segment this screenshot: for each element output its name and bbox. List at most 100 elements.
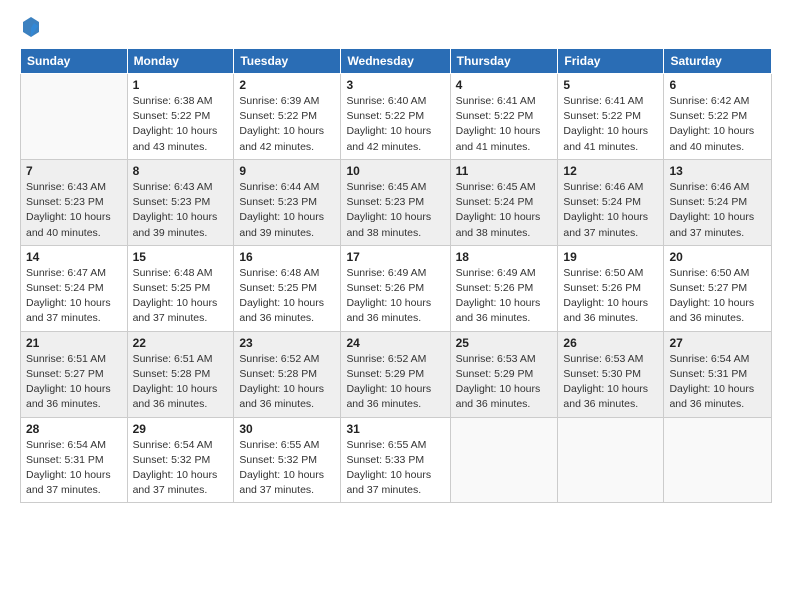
calendar-day-cell — [558, 417, 664, 503]
calendar-day-cell: 18 Sunrise: 6:49 AM Sunset: 5:26 PM Dayli… — [450, 245, 558, 331]
day-info: Sunrise: 6:43 AM Sunset: 5:23 PM Dayligh… — [26, 180, 122, 241]
day-number: 16 — [239, 250, 335, 264]
day-number: 13 — [669, 164, 766, 178]
day-info: Sunrise: 6:52 AM Sunset: 5:29 PM Dayligh… — [346, 352, 444, 413]
day-info: Sunrise: 6:53 AM Sunset: 5:29 PM Dayligh… — [456, 352, 553, 413]
calendar-day-cell: 26 Sunrise: 6:53 AM Sunset: 5:30 PM Dayli… — [558, 331, 664, 417]
calendar-day-cell: 29 Sunrise: 6:54 AM Sunset: 5:32 PM Dayli… — [127, 417, 234, 503]
calendar-week-row: 14Sunrise: 6:47 AM Sunset: 5:24 PM Dayli… — [21, 245, 772, 331]
day-info: Sunrise: 6:41 AM Sunset: 5:22 PM Dayligh… — [456, 94, 553, 155]
day-info: Sunrise: 6:47 AM Sunset: 5:24 PM Dayligh… — [26, 266, 122, 327]
day-info: Sunrise: 6:50 AM Sunset: 5:27 PM Dayligh… — [669, 266, 766, 327]
calendar-day-cell: 27 Sunrise: 6:54 AM Sunset: 5:31 PM Dayli… — [664, 331, 772, 417]
calendar-day-cell: 15 Sunrise: 6:48 AM Sunset: 5:25 PM Dayli… — [127, 245, 234, 331]
day-number: 9 — [239, 164, 335, 178]
day-info: Sunrise: 6:45 AM Sunset: 5:24 PM Dayligh… — [456, 180, 553, 241]
calendar-day-cell: 25 Sunrise: 6:53 AM Sunset: 5:29 PM Dayli… — [450, 331, 558, 417]
day-number: 29 — [133, 422, 229, 436]
day-number: 24 — [346, 336, 444, 350]
day-number: 26 — [563, 336, 658, 350]
weekday-header-cell: Sunday — [21, 49, 128, 74]
day-info: Sunrise: 6:49 AM Sunset: 5:26 PM Dayligh… — [346, 266, 444, 327]
day-number: 28 — [26, 422, 122, 436]
day-info: Sunrise: 6:45 AM Sunset: 5:23 PM Dayligh… — [346, 180, 444, 241]
day-number: 22 — [133, 336, 229, 350]
calendar-day-cell — [450, 417, 558, 503]
day-number: 1 — [133, 78, 229, 92]
calendar-day-cell: 22 Sunrise: 6:51 AM Sunset: 5:28 PM Dayli… — [127, 331, 234, 417]
weekday-header-cell: Friday — [558, 49, 664, 74]
calendar-day-cell: 5 Sunrise: 6:41 AM Sunset: 5:22 PM Daylig… — [558, 74, 664, 160]
day-info: Sunrise: 6:40 AM Sunset: 5:22 PM Dayligh… — [346, 94, 444, 155]
day-info: Sunrise: 6:46 AM Sunset: 5:24 PM Dayligh… — [669, 180, 766, 241]
calendar-day-cell: 23 Sunrise: 6:52 AM Sunset: 5:28 PM Dayli… — [234, 331, 341, 417]
day-info: Sunrise: 6:39 AM Sunset: 5:22 PM Dayligh… — [239, 94, 335, 155]
day-number: 21 — [26, 336, 122, 350]
day-number: 2 — [239, 78, 335, 92]
day-info: Sunrise: 6:55 AM Sunset: 5:32 PM Dayligh… — [239, 438, 335, 499]
weekday-header-cell: Monday — [127, 49, 234, 74]
day-info: Sunrise: 6:55 AM Sunset: 5:33 PM Dayligh… — [346, 438, 444, 499]
weekday-header-row: SundayMondayTuesdayWednesdayThursdayFrid… — [21, 49, 772, 74]
day-info: Sunrise: 6:46 AM Sunset: 5:24 PM Dayligh… — [563, 180, 658, 241]
calendar-day-cell: 30Sunrise: 6:55 AM Sunset: 5:32 PM Dayli… — [234, 417, 341, 503]
calendar-day-cell: 8 Sunrise: 6:43 AM Sunset: 5:23 PM Daylig… — [127, 159, 234, 245]
day-info: Sunrise: 6:48 AM Sunset: 5:25 PM Dayligh… — [239, 266, 335, 327]
day-number: 3 — [346, 78, 444, 92]
day-number: 31 — [346, 422, 444, 436]
day-number: 20 — [669, 250, 766, 264]
day-number: 27 — [669, 336, 766, 350]
day-info: Sunrise: 6:51 AM Sunset: 5:27 PM Dayligh… — [26, 352, 122, 413]
day-number: 19 — [563, 250, 658, 264]
calendar-week-row: 7Sunrise: 6:43 AM Sunset: 5:23 PM Daylig… — [21, 159, 772, 245]
calendar-day-cell: 3 Sunrise: 6:40 AM Sunset: 5:22 PM Daylig… — [341, 74, 450, 160]
day-number: 15 — [133, 250, 229, 264]
calendar-day-cell: 14Sunrise: 6:47 AM Sunset: 5:24 PM Dayli… — [21, 245, 128, 331]
day-info: Sunrise: 6:53 AM Sunset: 5:30 PM Dayligh… — [563, 352, 658, 413]
calendar-day-cell — [664, 417, 772, 503]
calendar-day-cell: 11Sunrise: 6:45 AM Sunset: 5:24 PM Dayli… — [450, 159, 558, 245]
day-info: Sunrise: 6:49 AM Sunset: 5:26 PM Dayligh… — [456, 266, 553, 327]
day-info: Sunrise: 6:42 AM Sunset: 5:22 PM Dayligh… — [669, 94, 766, 155]
weekday-header-cell: Tuesday — [234, 49, 341, 74]
calendar-day-cell: 31 Sunrise: 6:55 AM Sunset: 5:33 PM Dayli… — [341, 417, 450, 503]
calendar-week-row: 1Sunrise: 6:38 AM Sunset: 5:22 PM Daylig… — [21, 74, 772, 160]
day-number: 8 — [133, 164, 229, 178]
calendar-day-cell: 28Sunrise: 6:54 AM Sunset: 5:31 PM Dayli… — [21, 417, 128, 503]
calendar-page: SundayMondayTuesdayWednesdayThursdayFrid… — [0, 0, 792, 612]
day-info: Sunrise: 6:52 AM Sunset: 5:28 PM Dayligh… — [239, 352, 335, 413]
calendar-day-cell: 12Sunrise: 6:46 AM Sunset: 5:24 PM Dayli… — [558, 159, 664, 245]
calendar-day-cell: 10Sunrise: 6:45 AM Sunset: 5:23 PM Dayli… — [341, 159, 450, 245]
calendar-day-cell: 16 Sunrise: 6:48 AM Sunset: 5:25 PM Dayli… — [234, 245, 341, 331]
calendar-day-cell: 2 Sunrise: 6:39 AM Sunset: 5:22 PM Daylig… — [234, 74, 341, 160]
day-info: Sunrise: 6:51 AM Sunset: 5:28 PM Dayligh… — [133, 352, 229, 413]
day-info: Sunrise: 6:43 AM Sunset: 5:23 PM Dayligh… — [133, 180, 229, 241]
header — [20, 18, 772, 38]
day-number: 25 — [456, 336, 553, 350]
day-number: 6 — [669, 78, 766, 92]
calendar-table: SundayMondayTuesdayWednesdayThursdayFrid… — [20, 48, 772, 503]
day-info: Sunrise: 6:41 AM Sunset: 5:22 PM Dayligh… — [563, 94, 658, 155]
day-number: 23 — [239, 336, 335, 350]
day-info: Sunrise: 6:54 AM Sunset: 5:31 PM Dayligh… — [669, 352, 766, 413]
calendar-week-row: 21 Sunrise: 6:51 AM Sunset: 5:27 PM Dayli… — [21, 331, 772, 417]
day-number: 5 — [563, 78, 658, 92]
day-number: 4 — [456, 78, 553, 92]
calendar-day-cell: 19 Sunrise: 6:50 AM Sunset: 5:26 PM Dayli… — [558, 245, 664, 331]
logo-icon — [22, 16, 40, 38]
day-info: Sunrise: 6:48 AM Sunset: 5:25 PM Dayligh… — [133, 266, 229, 327]
calendar-day-cell — [21, 74, 128, 160]
calendar-day-cell: 13 Sunrise: 6:46 AM Sunset: 5:24 PM Dayli… — [664, 159, 772, 245]
weekday-header-cell: Wednesday — [341, 49, 450, 74]
day-info: Sunrise: 6:50 AM Sunset: 5:26 PM Dayligh… — [563, 266, 658, 327]
day-info: Sunrise: 6:44 AM Sunset: 5:23 PM Dayligh… — [239, 180, 335, 241]
calendar-day-cell: 17Sunrise: 6:49 AM Sunset: 5:26 PM Dayli… — [341, 245, 450, 331]
day-number: 18 — [456, 250, 553, 264]
calendar-body: 1Sunrise: 6:38 AM Sunset: 5:22 PM Daylig… — [21, 74, 772, 503]
logo — [20, 18, 40, 38]
calendar-day-cell: 24 Sunrise: 6:52 AM Sunset: 5:29 PM Dayli… — [341, 331, 450, 417]
weekday-header-cell: Saturday — [664, 49, 772, 74]
calendar-day-cell: 21 Sunrise: 6:51 AM Sunset: 5:27 PM Dayli… — [21, 331, 128, 417]
calendar-day-cell: 4 Sunrise: 6:41 AM Sunset: 5:22 PM Daylig… — [450, 74, 558, 160]
day-info: Sunrise: 6:54 AM Sunset: 5:32 PM Dayligh… — [133, 438, 229, 499]
